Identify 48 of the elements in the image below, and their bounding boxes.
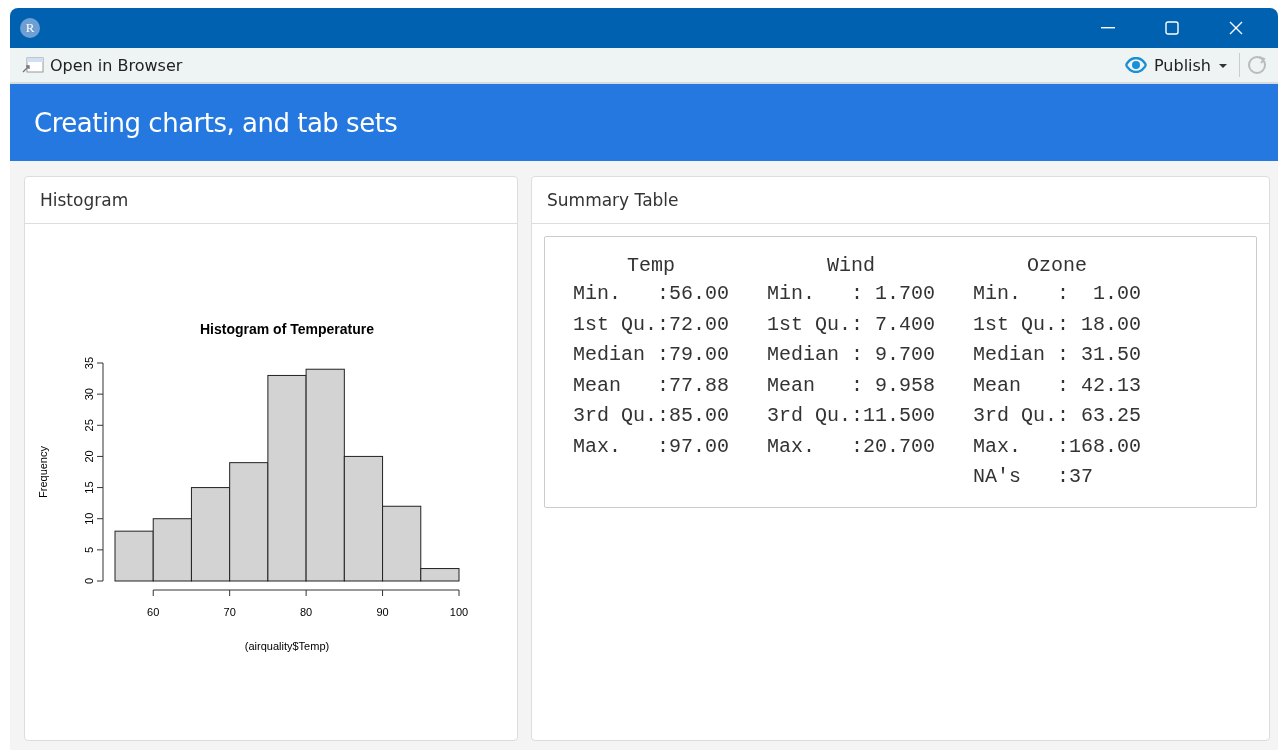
summary-line: 3rd Qu.:11.500	[767, 403, 936, 429]
summary-line: Max. :20.700	[767, 433, 936, 460]
card-title: Summary Table	[532, 177, 1269, 224]
histogram-bar	[114, 530, 154, 582]
column-header: Temp	[626, 253, 676, 279]
publish-button[interactable]: Publish	[1121, 53, 1213, 77]
publish-icon	[1123, 57, 1148, 73]
axis-tick-label: 60	[147, 606, 160, 618]
summary-line: Mean : 9.958	[767, 372, 936, 399]
app-logo: R	[20, 18, 40, 38]
page-title: Creating charts, and tab sets	[34, 107, 398, 138]
summary-line: Mean :77.88	[573, 372, 730, 399]
summary-line: Median : 31.50	[973, 342, 1142, 368]
axis-tick-label: 5	[83, 546, 95, 553]
summary-line: Min. : 1.700	[767, 281, 936, 307]
axis-tick-label: 0	[83, 577, 95, 585]
refresh-icon[interactable]	[1246, 54, 1268, 76]
axis-tick-label: 25	[83, 419, 95, 432]
column-header: Ozone	[1026, 253, 1089, 279]
axis-tick-label: 20	[83, 450, 95, 463]
summary-line: Min. :56.00	[573, 281, 730, 307]
axis-tick-label: 80	[300, 606, 313, 618]
axis-tick-label: 100	[449, 606, 469, 618]
axis-tick-label: 70	[223, 606, 236, 618]
axis-label: Frequency	[37, 446, 49, 498]
summary-line: Max. :168.00	[973, 433, 1142, 460]
summary-line: 1st Qu.:72.00	[573, 311, 730, 338]
open-in-browser-button[interactable]: Open in Browser	[20, 53, 185, 77]
summary-line: 3rd Qu.: 63.25	[973, 403, 1142, 429]
card-title: Histogram	[25, 177, 517, 224]
axis-tick-label: 90	[376, 606, 389, 618]
summary-line: 1st Qu.: 18.00	[973, 311, 1142, 338]
summary-line: NA's :37	[973, 464, 1095, 490]
axis-tick-label: 15	[83, 481, 95, 494]
summary-line: Median : 9.700	[767, 342, 936, 368]
column-header: Wind	[826, 253, 877, 279]
axis-label: (airquality$Temp)	[244, 640, 330, 652]
summary-line: 1st Qu.: 7.400	[767, 311, 936, 338]
axis-tick-label: 30	[83, 388, 95, 401]
summary-line: Median :79.00	[573, 342, 730, 368]
axis-tick-label: 35	[83, 356, 95, 370]
summary-line: Min. : 1.00	[973, 281, 1142, 307]
summary-line: Max. :97.00	[573, 433, 730, 460]
summary-line: Mean : 42.13	[973, 372, 1142, 399]
summary-line: 3rd Qu.:85.00	[573, 403, 730, 429]
browser-window-icon	[22, 56, 44, 74]
axis-tick-label: 10	[83, 512, 95, 525]
chart-title: Histogram of Temperature	[200, 321, 374, 337]
